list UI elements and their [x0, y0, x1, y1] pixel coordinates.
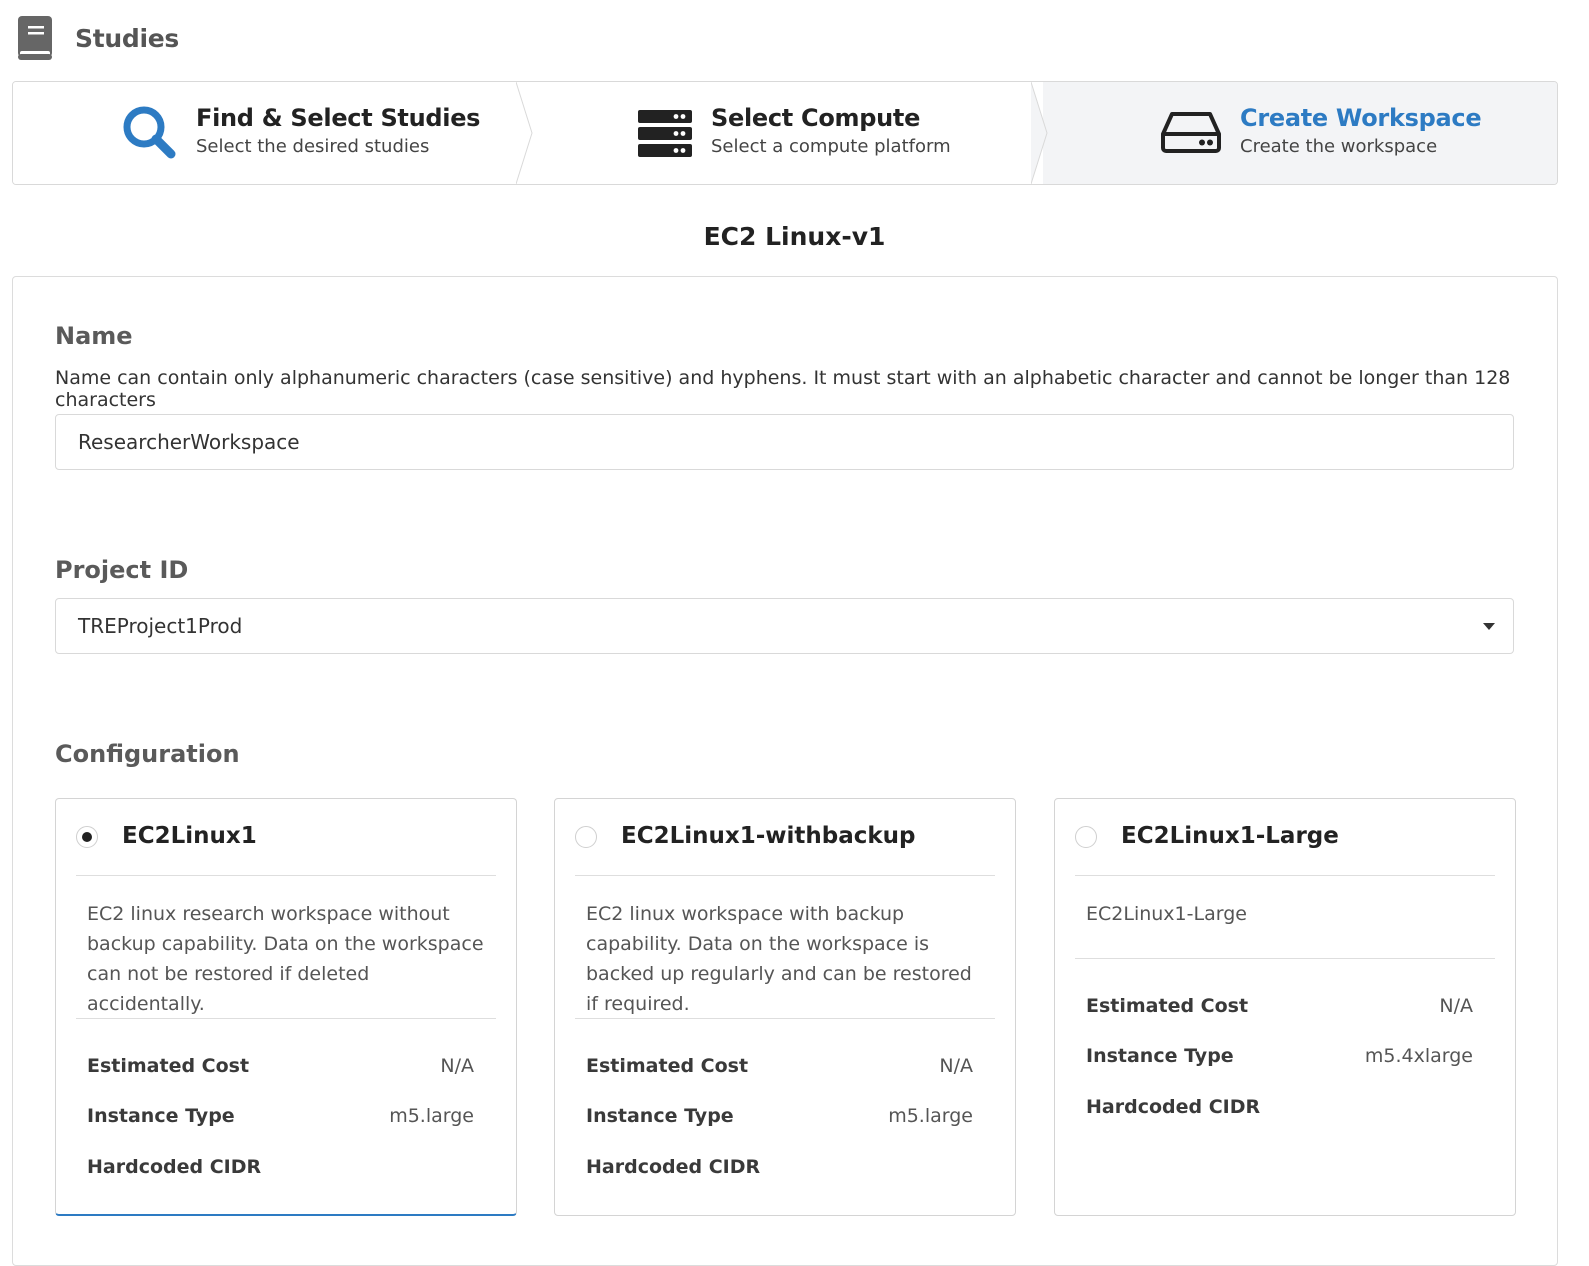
- instance-type-row: Instance Type m5.large: [586, 1105, 973, 1127]
- instance-type-value: m5.large: [888, 1105, 973, 1127]
- page-title: EC2 Linux-v1: [703, 222, 886, 251]
- hardcoded-cidr-row: Hardcoded CIDR: [1086, 1096, 1473, 1118]
- config-card-ec2linux1-large[interactable]: EC2Linux1-Large EC2Linux1-Large Estimate…: [1054, 798, 1516, 1216]
- name-label: Name: [55, 322, 133, 350]
- caret-down-icon: [1483, 623, 1495, 630]
- divider: [575, 875, 995, 876]
- step-create-workspace[interactable]: Create Workspace Create the workspace: [1043, 82, 1557, 184]
- estimated-cost-label: Estimated Cost: [87, 1055, 250, 1077]
- step-description: Select a compute platform: [711, 136, 951, 157]
- step-find-select-studies[interactable]: Find & Select Studies Select the desired…: [13, 82, 533, 184]
- instance-type-value: m5.4xlarge: [1364, 1045, 1473, 1067]
- project-id-label: Project ID: [55, 556, 189, 584]
- divider: [76, 1018, 496, 1019]
- step-description: Select the desired studies: [196, 136, 430, 157]
- step-title: Create Workspace: [1240, 104, 1482, 132]
- header-title: Studies: [75, 23, 179, 53]
- instance-type-row: Instance Type m5.4xlarge: [1086, 1045, 1473, 1067]
- hardcoded-cidr-row: Hardcoded CIDR: [586, 1156, 973, 1178]
- project-id-select[interactable]: TREProject1Prod: [55, 598, 1514, 654]
- name-help-text: Name can contain only alphanumeric chara…: [55, 367, 1511, 411]
- radio-button[interactable]: [575, 826, 597, 848]
- config-name: EC2Linux1-withbackup: [621, 823, 916, 849]
- step-divider: [1031, 82, 1048, 184]
- name-input[interactable]: ResearcherWorkspace: [55, 414, 1514, 470]
- server-icon: [638, 110, 692, 157]
- radio-button[interactable]: [1075, 826, 1097, 848]
- hardcoded-cidr-row: Hardcoded CIDR: [87, 1156, 474, 1178]
- step-divider: [516, 82, 533, 184]
- instance-type-label: Instance Type: [87, 1105, 235, 1127]
- hardcoded-cidr-label: Hardcoded CIDR: [87, 1156, 262, 1178]
- step-title: Find & Select Studies: [196, 104, 481, 132]
- step-title: Select Compute: [711, 104, 921, 132]
- configuration-label: Configuration: [55, 740, 240, 768]
- step-description: Create the workspace: [1240, 136, 1438, 157]
- config-description: EC2 linux workspace with backup capabili…: [586, 903, 972, 1015]
- estimated-cost-row: Estimated Cost N/A: [586, 1055, 973, 1077]
- project-id-value: TREProject1Prod: [78, 614, 243, 638]
- hard-drive-icon: [1161, 112, 1221, 153]
- workspace-form: Name Name can contain only alphanumeric …: [12, 276, 1558, 1266]
- instance-type-label: Instance Type: [586, 1105, 734, 1127]
- estimated-cost-value: N/A: [1439, 995, 1473, 1017]
- config-card-ec2linux1-withbackup[interactable]: EC2Linux1-withbackup EC2 linux workspace…: [554, 798, 1016, 1216]
- search-icon: [123, 106, 176, 159]
- instance-type-label: Instance Type: [1086, 1045, 1234, 1067]
- divider: [1075, 875, 1495, 876]
- hardcoded-cidr-label: Hardcoded CIDR: [586, 1156, 761, 1178]
- estimated-cost-label: Estimated Cost: [586, 1055, 749, 1077]
- config-name: EC2Linux1: [122, 823, 257, 849]
- divider: [76, 875, 496, 876]
- estimated-cost-row: Estimated Cost N/A: [87, 1055, 474, 1077]
- estimated-cost-label: Estimated Cost: [1086, 995, 1249, 1017]
- book-icon: [18, 16, 52, 60]
- divider: [1075, 958, 1495, 959]
- estimated-cost-row: Estimated Cost N/A: [1086, 995, 1473, 1017]
- hardcoded-cidr-label: Hardcoded CIDR: [1086, 1096, 1261, 1118]
- instance-type-row: Instance Type m5.large: [87, 1105, 474, 1127]
- wizard-steps: Find & Select Studies Select the desired…: [12, 81, 1558, 185]
- config-card-ec2linux1[interactable]: EC2Linux1 EC2 linux research workspace w…: [55, 798, 517, 1216]
- config-description: EC2Linux1-Large: [1086, 903, 1247, 925]
- config-name: EC2Linux1-Large: [1121, 823, 1339, 849]
- estimated-cost-value: N/A: [440, 1055, 474, 1077]
- instance-type-value: m5.large: [389, 1105, 474, 1127]
- radio-button[interactable]: [76, 826, 98, 848]
- divider: [575, 1018, 995, 1019]
- estimated-cost-value: N/A: [939, 1055, 973, 1077]
- page-header: Studies: [16, 16, 179, 60]
- config-description: EC2 linux research workspace without bac…: [87, 903, 484, 1015]
- step-select-compute[interactable]: Select Compute Select a compute platform: [528, 82, 1048, 184]
